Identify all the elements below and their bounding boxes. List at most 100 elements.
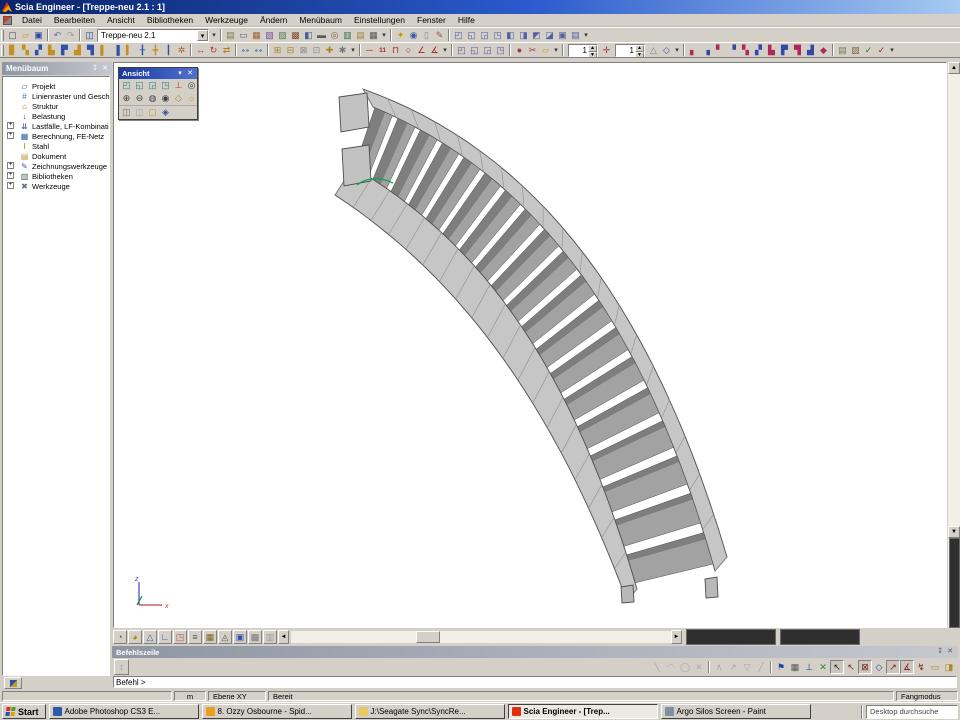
catalog-block-icon[interactable]: ✲ bbox=[175, 44, 188, 57]
rib-icon[interactable]: ▐ bbox=[110, 44, 123, 57]
select-angle-icon[interactable]: ∡ bbox=[900, 660, 914, 674]
rigid-arm-icon[interactable]: ▞ bbox=[752, 44, 765, 57]
cut-section-icon[interactable]: ✂ bbox=[526, 44, 539, 57]
rafter-icon[interactable]: ▞ bbox=[32, 44, 45, 57]
render-toggle-icon[interactable]: ● bbox=[513, 44, 526, 57]
vertical-scrollbar[interactable]: ▲ ▼ bbox=[948, 62, 960, 628]
menu-ndern[interactable]: Ändern bbox=[254, 14, 293, 26]
view-ucs-icon[interactable]: ⊥ bbox=[172, 79, 185, 92]
window-view-4-icon[interactable]: ◳ bbox=[491, 29, 504, 42]
menu-fenster[interactable]: Fenster bbox=[411, 14, 452, 26]
load-panel-icon[interactable]: ▟ bbox=[804, 44, 817, 57]
mirror-icon[interactable]: ⇄ bbox=[220, 44, 233, 57]
view-dropdown[interactable]: ▾ bbox=[552, 44, 560, 57]
more-file-dropdown[interactable]: ▾ bbox=[380, 29, 388, 42]
status-plane[interactable]: Ebene XY bbox=[208, 691, 266, 701]
select-flash-icon[interactable]: ↯ bbox=[914, 660, 928, 674]
select-polygon-icon[interactable]: ◇ bbox=[872, 660, 886, 674]
sidebar-item-tools[interactable]: +✖Werkzeuge bbox=[5, 181, 109, 191]
staircase-3d-model[interactable]: zx bbox=[114, 63, 947, 628]
column-icon[interactable]: ▊ bbox=[6, 44, 19, 57]
tension-member-icon[interactable]: ◆ bbox=[817, 44, 830, 57]
member-axis-icon[interactable]: ∟ bbox=[158, 630, 172, 644]
close-icon[interactable]: ✕ bbox=[945, 647, 955, 657]
window-view-1-icon[interactable]: ◰ bbox=[452, 29, 465, 42]
scroll-right-icon[interactable]: ► bbox=[671, 630, 682, 644]
rotate-icon[interactable]: ↻ bbox=[207, 44, 220, 57]
scale-dropdown[interactable]: ▾ bbox=[673, 44, 681, 57]
select-arrow-icon[interactable]: ↖ bbox=[830, 660, 844, 674]
new-project-icon[interactable]: ▢ bbox=[6, 29, 19, 42]
subsoil-icon[interactable]: ▜ bbox=[791, 44, 804, 57]
new-circle-icon[interactable]: ◯ bbox=[678, 660, 692, 674]
library-icon[interactable]: ▥ bbox=[341, 29, 354, 42]
toolbar-grip[interactable] bbox=[1, 45, 4, 56]
snap-clear-icon[interactable]: ✕ bbox=[816, 660, 830, 674]
frame-icon[interactable]: ╋ bbox=[149, 44, 162, 57]
node-delete-icon[interactable]: ▽ bbox=[740, 660, 754, 674]
check-on-icon[interactable]: ✓ bbox=[862, 44, 875, 57]
snap-grid-icon[interactable]: ▦ bbox=[788, 660, 802, 674]
apply-scale-icon[interactable]: ✛ bbox=[600, 44, 613, 57]
delete-icon[interactable]: ⊡ bbox=[310, 44, 323, 57]
sidebar-item-document[interactable]: ▤Dokument bbox=[5, 151, 109, 161]
shell-icon[interactable]: ▌ bbox=[97, 44, 110, 57]
light-icon[interactable]: ☼ bbox=[185, 92, 198, 105]
truss-icon[interactable]: ┃ bbox=[162, 44, 175, 57]
view-params-icon[interactable]: ▣ bbox=[233, 630, 247, 644]
sidebar-item-structure[interactable]: ⌂Struktur bbox=[5, 101, 109, 111]
spin-up-icon[interactable]: ▲ bbox=[635, 45, 644, 52]
user-view-icon[interactable]: ◇ bbox=[660, 44, 673, 57]
command-input[interactable]: Befehl > bbox=[113, 676, 957, 688]
filter-icon[interactable]: ◨ bbox=[942, 660, 956, 674]
rendered-icon[interactable]: ◕ bbox=[128, 630, 142, 644]
snap-axis-icon[interactable]: ⊥ bbox=[802, 660, 816, 674]
volume-icon[interactable]: ◳ bbox=[173, 630, 187, 644]
scrollbar-thumb[interactable] bbox=[416, 631, 440, 643]
befehlszeile-caption[interactable]: Befehlszeile ↧ ✕ bbox=[112, 646, 958, 658]
new-line-icon[interactable]: ╲ bbox=[650, 660, 664, 674]
menu-einstellungen[interactable]: Einstellungen bbox=[348, 14, 411, 26]
sidebar-item-steel[interactable]: IStahl bbox=[5, 141, 109, 151]
clean-model-icon[interactable]: ▯ bbox=[420, 29, 433, 42]
perspective-icon[interactable]: ◇ bbox=[172, 92, 185, 105]
expand-icon[interactable]: + bbox=[7, 182, 14, 189]
scroll-left-icon[interactable]: ◄ bbox=[278, 630, 289, 644]
combo-history-dropdown[interactable]: ▾ bbox=[210, 29, 218, 42]
horizontal-scrollbar[interactable] bbox=[291, 631, 671, 643]
sidebar-item-line-grid[interactable]: #Linienraster und Geschosse bbox=[5, 91, 109, 101]
window-view-2-icon[interactable]: ◱ bbox=[465, 29, 478, 42]
expand-icon[interactable]: + bbox=[7, 162, 14, 169]
status-unit[interactable]: m bbox=[174, 691, 206, 701]
open-project-icon[interactable]: ▱ bbox=[19, 29, 32, 42]
window-dropdown[interactable]: ▾ bbox=[582, 29, 590, 42]
wireframe-icon[interactable]: ◔ bbox=[113, 630, 127, 644]
cursor-snap-icon[interactable]: ⚑ bbox=[774, 660, 788, 674]
command-cursor-icon[interactable]: ↕ bbox=[114, 659, 129, 675]
profile-library-icon[interactable]: ▖ bbox=[687, 44, 700, 57]
save-view-icon[interactable]: ▤ bbox=[836, 44, 849, 57]
picture-copy-icon[interactable]: ▧ bbox=[263, 29, 276, 42]
labels-icon[interactable]: ≡ bbox=[188, 630, 202, 644]
render-mode-icon[interactable]: ▨ bbox=[849, 44, 862, 57]
draw-circle-icon[interactable]: ○ bbox=[402, 44, 415, 57]
project-combo[interactable]: Treppe-neu 2.1▾ bbox=[97, 29, 209, 42]
view-axo-icon[interactable]: ◳ bbox=[159, 79, 172, 92]
zoom-selection-icon[interactable]: △ bbox=[647, 44, 660, 57]
window-split-h-icon[interactable]: ◧ bbox=[504, 29, 517, 42]
properties-icon[interactable]: ✱ bbox=[336, 44, 349, 57]
surface-icon[interactable]: △ bbox=[143, 630, 157, 644]
haunch-icon[interactable]: ▘ bbox=[713, 44, 726, 57]
close-icon[interactable]: ✕ bbox=[100, 64, 110, 74]
modify-dropdown[interactable]: ▾ bbox=[349, 44, 357, 57]
zoom-all-icon[interactable]: ◎ bbox=[185, 79, 198, 92]
taskbar-task[interactable]: Adobe Photoshop CS3 E... bbox=[49, 704, 199, 719]
multicopy-icon[interactable]: ⊟ bbox=[284, 44, 297, 57]
close-icon[interactable]: ✕ bbox=[185, 69, 195, 79]
move-icon[interactable]: ↔ bbox=[194, 44, 207, 57]
plate-icon[interactable]: ▟ bbox=[71, 44, 84, 57]
paste-icon[interactable]: ▨ bbox=[276, 29, 289, 42]
menu-ansicht[interactable]: Ansicht bbox=[101, 14, 141, 26]
spinner-buttons[interactable]: ▲▼ bbox=[588, 45, 597, 56]
select-remove-icon[interactable]: ⊠ bbox=[858, 660, 872, 674]
